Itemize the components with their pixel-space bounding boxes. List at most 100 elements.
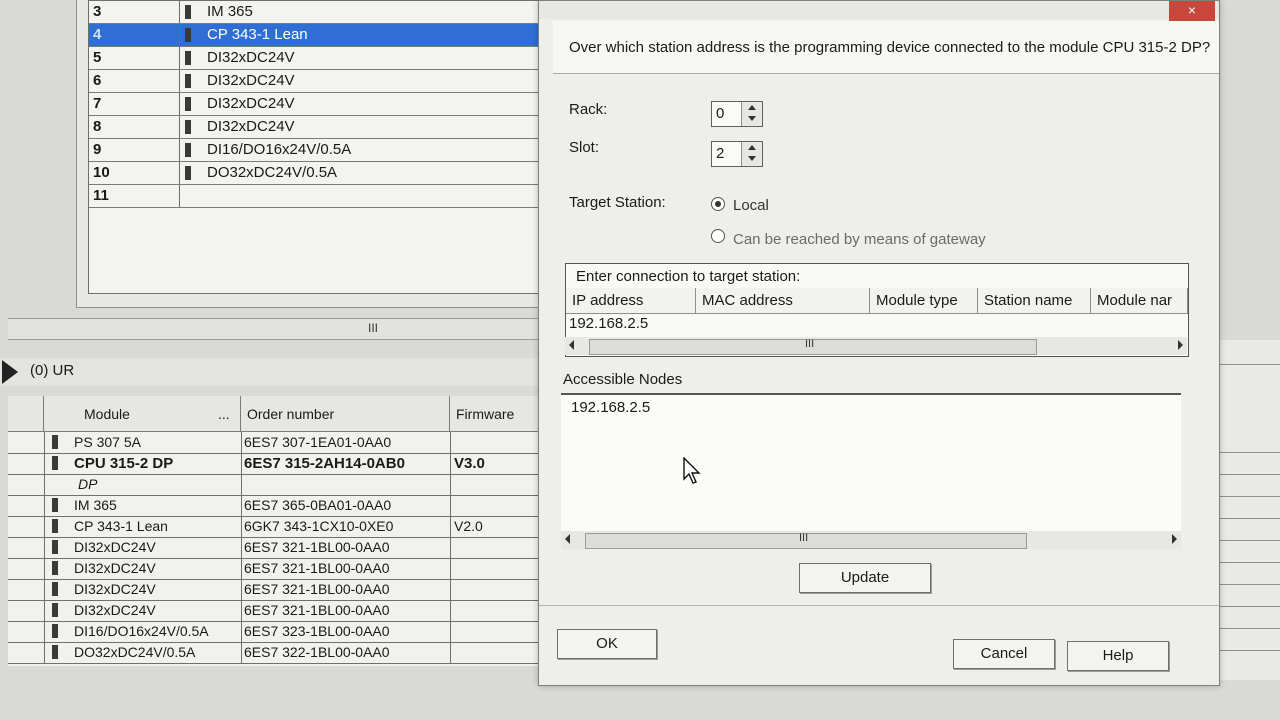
column-divider xyxy=(241,621,242,642)
scroll-grip: III xyxy=(805,338,815,350)
close-button[interactable]: × xyxy=(1169,1,1215,21)
dialog-divider xyxy=(539,605,1219,606)
spin-down-icon[interactable] xyxy=(748,156,756,161)
table-row[interactable]: PS 307 5A 6ES7 307-1EA01-0AA0 xyxy=(8,432,548,454)
column-header-mac-address[interactable]: MAC address xyxy=(696,288,870,314)
column-divider xyxy=(450,516,451,537)
radio-local[interactable] xyxy=(711,197,725,211)
scroll-right-icon[interactable] xyxy=(1172,534,1177,544)
spinner-buttons[interactable] xyxy=(741,142,762,166)
order-number: 6ES7 315-2AH14-0AB0 xyxy=(244,455,405,472)
rack-row[interactable]: 5 DI32xDC24V xyxy=(89,47,551,70)
module-name: DI32xDC24V xyxy=(74,539,156,555)
spin-down-icon[interactable] xyxy=(748,116,756,121)
order-number: 6ES7 322-1BL00-0AA0 xyxy=(244,644,390,660)
module-icon xyxy=(185,120,191,134)
rack-row[interactable]: 6 DI32xDC24V xyxy=(89,70,551,93)
column-divider xyxy=(241,579,242,600)
rack-row[interactable]: 7 DI32xDC24V xyxy=(89,93,551,116)
rack-row-selected[interactable]: 4 CP 343-1 Lean xyxy=(89,24,551,47)
column-header-ip-address[interactable]: IP address xyxy=(566,288,696,314)
rack-module: DI32xDC24V xyxy=(207,72,295,89)
scroll-left-icon[interactable] xyxy=(569,340,574,350)
column-header-order-number[interactable]: Order number xyxy=(241,396,450,432)
rack-slot: 8 xyxy=(93,118,102,135)
rack-slot: 4 xyxy=(93,26,102,43)
help-button[interactable]: Help xyxy=(1067,641,1169,671)
order-number: 6ES7 321-1BL00-0AA0 xyxy=(244,602,390,618)
rack-slot: 6 xyxy=(93,72,102,89)
table-row[interactable]: DI32xDC24V 6ES7 321-1BL00-0AA0 xyxy=(8,558,548,580)
column-divider xyxy=(241,558,242,579)
arrow-right-icon xyxy=(2,360,18,384)
module-name: CPU 315-2 DP xyxy=(74,455,174,472)
column-divider xyxy=(450,579,451,600)
accessible-nodes-list[interactable] xyxy=(561,393,1181,535)
module-icon xyxy=(52,645,58,659)
slot-value: 2 xyxy=(716,145,725,162)
rack-horizontal-scrollbar[interactable]: III xyxy=(8,318,548,340)
header-ellipsis: ... xyxy=(218,406,230,422)
column-divider xyxy=(241,600,242,621)
radio-gateway-label[interactable]: Can be reached by means of gateway xyxy=(733,231,986,248)
column-divider xyxy=(44,600,45,621)
rack-module: DI32xDC24V xyxy=(207,49,295,66)
module-name: DI32xDC24V xyxy=(74,602,156,618)
column-divider xyxy=(179,1,180,23)
order-number: 6ES7 321-1BL00-0AA0 xyxy=(244,539,390,555)
rack-row[interactable]: 8 DI32xDC24V xyxy=(89,116,551,139)
table-row[interactable]: DP xyxy=(8,474,548,496)
scroll-left-icon[interactable] xyxy=(565,534,570,544)
column-header-module-type[interactable]: Module type xyxy=(870,288,978,314)
radio-gateway[interactable] xyxy=(711,229,725,243)
table-row[interactable]: DI32xDC24V 6ES7 321-1BL00-0AA0 xyxy=(8,537,548,559)
rack-module: IM 365 xyxy=(207,3,253,20)
column-divider xyxy=(450,642,451,663)
column-header-module-name[interactable]: Module nar xyxy=(1091,288,1188,314)
spin-up-icon[interactable] xyxy=(748,145,756,150)
column-divider xyxy=(44,537,45,558)
column-header-module[interactable]: Module ... xyxy=(44,396,241,432)
table-row[interactable]: DI16/DO16x24V/0.5A 6ES7 323-1BL00-0AA0 xyxy=(8,621,548,643)
column-header-firmware[interactable]: Firmware xyxy=(450,396,548,432)
column-divider xyxy=(44,432,45,453)
ip-address-input[interactable]: 192.168.2.5 xyxy=(569,315,648,332)
table-row[interactable]: DI32xDC24V 6ES7 321-1BL00-0AA0 xyxy=(8,579,548,601)
radio-local-label[interactable]: Local xyxy=(733,197,769,214)
table-row[interactable]: DO32xDC24V/0.5A 6ES7 322-1BL00-0AA0 xyxy=(8,642,548,664)
rack-row[interactable]: 3 IM 365 xyxy=(89,1,551,24)
rack-spinner[interactable]: 0 xyxy=(711,101,763,127)
list-item[interactable]: 192.168.2.5 xyxy=(571,399,650,416)
spin-up-icon[interactable] xyxy=(748,105,756,110)
table-row[interactable]: IM 365 6ES7 365-0BA01-0AA0 xyxy=(8,495,548,517)
module-icon xyxy=(52,603,58,617)
column-divider xyxy=(241,474,242,495)
rack-row[interactable]: 9 DI16/DO16x24V/0.5A xyxy=(89,139,551,162)
connection-horizontal-scrollbar[interactable]: III xyxy=(565,337,1187,355)
rack-row[interactable]: 10 DO32xDC24V/0.5A xyxy=(89,162,551,185)
column-divider xyxy=(450,432,451,453)
order-number: 6ES7 307-1EA01-0AA0 xyxy=(244,434,392,450)
module-icon xyxy=(52,561,58,575)
update-button[interactable]: Update xyxy=(799,563,931,593)
nodes-horizontal-scrollbar[interactable]: III xyxy=(561,531,1181,549)
dialog-titlebar[interactable] xyxy=(539,1,1219,19)
cancel-button[interactable]: Cancel xyxy=(953,639,1055,669)
module-name: DI32xDC24V xyxy=(74,560,156,576)
table-row[interactable]: DI32xDC24V 6ES7 321-1BL00-0AA0 xyxy=(8,600,548,622)
module-icon xyxy=(185,28,191,42)
column-divider xyxy=(241,432,242,453)
column-header-station-name[interactable]: Station name xyxy=(978,288,1091,314)
rack-row[interactable]: 11 xyxy=(89,185,551,208)
table-row[interactable]: CP 343-1 Lean 6GK7 343-1CX10-0XE0 V2.0 xyxy=(8,516,548,538)
ok-button[interactable]: OK xyxy=(557,629,657,659)
target-station-dialog: × Over which station address is the prog… xyxy=(538,0,1220,686)
order-number: 6ES7 321-1BL00-0AA0 xyxy=(244,560,390,576)
module-icon xyxy=(52,624,58,638)
table-row[interactable]: CPU 315-2 DP 6ES7 315-2AH14-0AB0 V3.0 xyxy=(8,453,548,475)
spinner-buttons[interactable] xyxy=(741,102,762,126)
header-module-label: Module xyxy=(84,406,130,422)
scroll-right-icon[interactable] xyxy=(1178,340,1183,350)
slot-spinner[interactable]: 2 xyxy=(711,141,763,167)
module-name: CP 343-1 Lean xyxy=(74,518,168,534)
